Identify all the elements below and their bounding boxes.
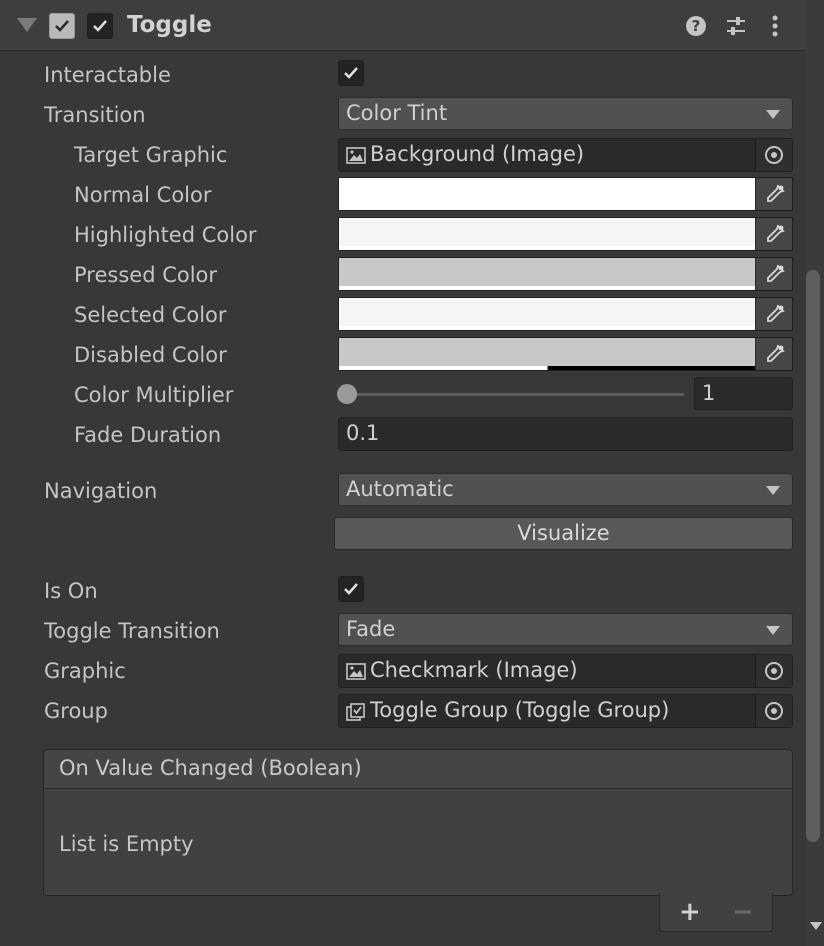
chevron-down-icon: [766, 486, 780, 495]
svg-text:?: ?: [692, 17, 701, 35]
interactable-label: Interactable: [44, 63, 171, 87]
kebab-menu-icon[interactable]: [770, 14, 780, 38]
event-header-label: On Value Changed (Boolean): [59, 756, 362, 780]
transition-label: Transition: [44, 103, 146, 127]
event-list-footer: + −: [659, 893, 773, 932]
eyedropper-icon: [767, 264, 785, 282]
selected-color-label: Selected Color: [74, 303, 227, 327]
visualize-button[interactable]: Visualize: [334, 517, 793, 550]
color-multiplier-slider-track[interactable]: [346, 393, 684, 396]
eyedropper-button[interactable]: [755, 298, 792, 330]
graphic-label: Graphic: [44, 659, 126, 683]
chevron-down-icon: [766, 626, 780, 635]
transition-value: Color Tint: [346, 101, 448, 125]
event-header: On Value Changed (Boolean): [44, 750, 792, 789]
eyedropper-button[interactable]: [755, 258, 792, 290]
scrollbar-thumb[interactable]: [806, 270, 820, 842]
component-enabled-checkbox[interactable]: [49, 13, 75, 39]
normal-color-swatch[interactable]: [339, 178, 756, 206]
target-graphic-value: Background (Image): [370, 142, 585, 166]
selected-color-field[interactable]: [338, 297, 793, 331]
eyedropper-icon: [767, 344, 785, 362]
add-event-button[interactable]: +: [679, 897, 701, 927]
eyedropper-button[interactable]: [755, 178, 792, 210]
disabled-color-label: Disabled Color: [74, 343, 227, 367]
navigation-dropdown[interactable]: Automatic: [338, 473, 793, 506]
normal-color-alpha-bar: [339, 206, 756, 210]
pressed-color-label: Pressed Color: [74, 263, 218, 287]
toggle-component-icon: [87, 13, 113, 39]
foldout-arrow-icon[interactable]: [17, 18, 37, 32]
navigation-value: Automatic: [346, 477, 454, 501]
chevron-down-icon: [766, 110, 780, 119]
component-title: Toggle: [127, 12, 212, 38]
eyedropper-icon: [767, 184, 785, 202]
object-picker-button[interactable]: [755, 139, 792, 171]
normal-color-field[interactable]: [338, 177, 793, 211]
eyedropper-icon: [767, 304, 785, 322]
group-field[interactable]: Toggle Group (Toggle Group): [338, 694, 793, 728]
on-value-changed-event: On Value Changed (Boolean) List is Empty: [43, 749, 793, 896]
selected-color-swatch[interactable]: [339, 298, 756, 326]
color-multiplier-label: Color Multiplier: [74, 383, 234, 407]
object-picker-button[interactable]: [755, 655, 792, 687]
highlighted-color-alpha-bar: [339, 246, 756, 250]
component-header[interactable]: Toggle ?: [0, 0, 806, 51]
object-picker-icon: [765, 702, 783, 720]
graphic-field[interactable]: Checkmark (Image): [338, 654, 793, 688]
fade-duration-label: Fade Duration: [74, 423, 222, 447]
highlighted-color-field[interactable]: [338, 217, 793, 251]
help-icon[interactable]: ?: [685, 15, 707, 37]
color-multiplier-input[interactable]: 1: [694, 377, 793, 410]
scroll-down-arrow-icon[interactable]: [810, 922, 822, 930]
presets-icon[interactable]: [724, 14, 748, 38]
eyedropper-button[interactable]: [755, 218, 792, 250]
interactable-checkbox[interactable]: [338, 60, 364, 86]
toggle-transition-value: Fade: [346, 617, 396, 641]
fade-duration-value: 0.1: [346, 421, 380, 445]
group-value: Toggle Group (Toggle Group): [370, 698, 670, 722]
selected-color-alpha-bar: [339, 326, 756, 330]
highlighted-color-label: Highlighted Color: [74, 223, 257, 247]
group-label: Group: [44, 699, 108, 723]
image-icon: [346, 147, 366, 164]
is-on-label: Is On: [44, 579, 98, 603]
image-icon: [346, 663, 366, 680]
eyedropper-button[interactable]: [755, 338, 792, 370]
fade-duration-input[interactable]: 0.1: [338, 417, 793, 451]
normal-color-label: Normal Color: [74, 183, 212, 207]
color-multiplier-value: 1: [702, 381, 716, 405]
toggle-transition-label: Toggle Transition: [44, 619, 220, 643]
list-empty-text: List is Empty: [59, 832, 194, 856]
target-graphic-label: Target Graphic: [74, 143, 228, 167]
disabled-color-alpha-bar: [339, 366, 756, 370]
pressed-color-swatch[interactable]: [339, 258, 756, 286]
disabled-color-field[interactable]: [338, 337, 793, 371]
highlighted-color-swatch[interactable]: [339, 218, 756, 246]
navigation-label: Navigation: [44, 479, 158, 503]
object-picker-icon: [765, 662, 783, 680]
color-multiplier-slider-thumb[interactable]: [337, 384, 357, 404]
pressed-color-alpha-bar: [339, 286, 756, 290]
toggle-transition-dropdown[interactable]: Fade: [338, 613, 793, 646]
remove-event-button[interactable]: −: [732, 897, 754, 927]
object-picker-icon: [765, 146, 783, 164]
transition-dropdown[interactable]: Color Tint: [338, 97, 793, 130]
pressed-color-field[interactable]: [338, 257, 793, 291]
disabled-color-swatch[interactable]: [339, 338, 756, 366]
toggle-group-icon: [346, 703, 365, 721]
eyedropper-icon: [767, 224, 785, 242]
object-picker-button[interactable]: [755, 695, 792, 727]
target-graphic-field[interactable]: Background (Image): [338, 138, 793, 172]
is-on-checkbox[interactable]: [338, 576, 364, 602]
graphic-value: Checkmark (Image): [370, 658, 578, 682]
